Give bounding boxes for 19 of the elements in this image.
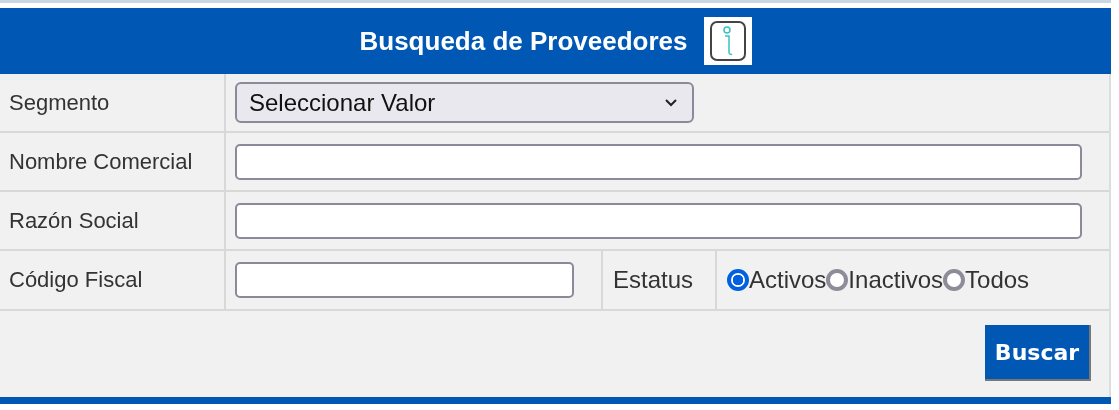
radio-button[interactable] [943,269,966,291]
chevron-icon [664,98,678,107]
radio-option[interactable]: Todos [943,266,1030,294]
status-label: Estatus [612,266,694,294]
field-label: Segmento [8,89,110,116]
radio-option[interactable]: Activos [727,266,827,294]
info-icon[interactable] [703,17,752,65]
field-label: Razón Social [8,207,139,234]
input-field[interactable] [235,143,1082,180]
page-title: Busqueda de Proveedores [359,25,688,57]
field-label: Nombre Comercial [8,148,193,175]
radio-option[interactable]: Inactivos [826,266,944,294]
field-label: Código Fiscal [8,267,143,293]
radio-button[interactable] [826,269,849,291]
radio-button[interactable] [727,269,749,291]
search-button[interactable]: Buscar [985,325,1091,381]
input-field[interactable] [235,202,1082,239]
dropdown-field[interactable]: Seleccionar Valor [235,82,694,123]
input-field[interactable] [235,262,574,298]
